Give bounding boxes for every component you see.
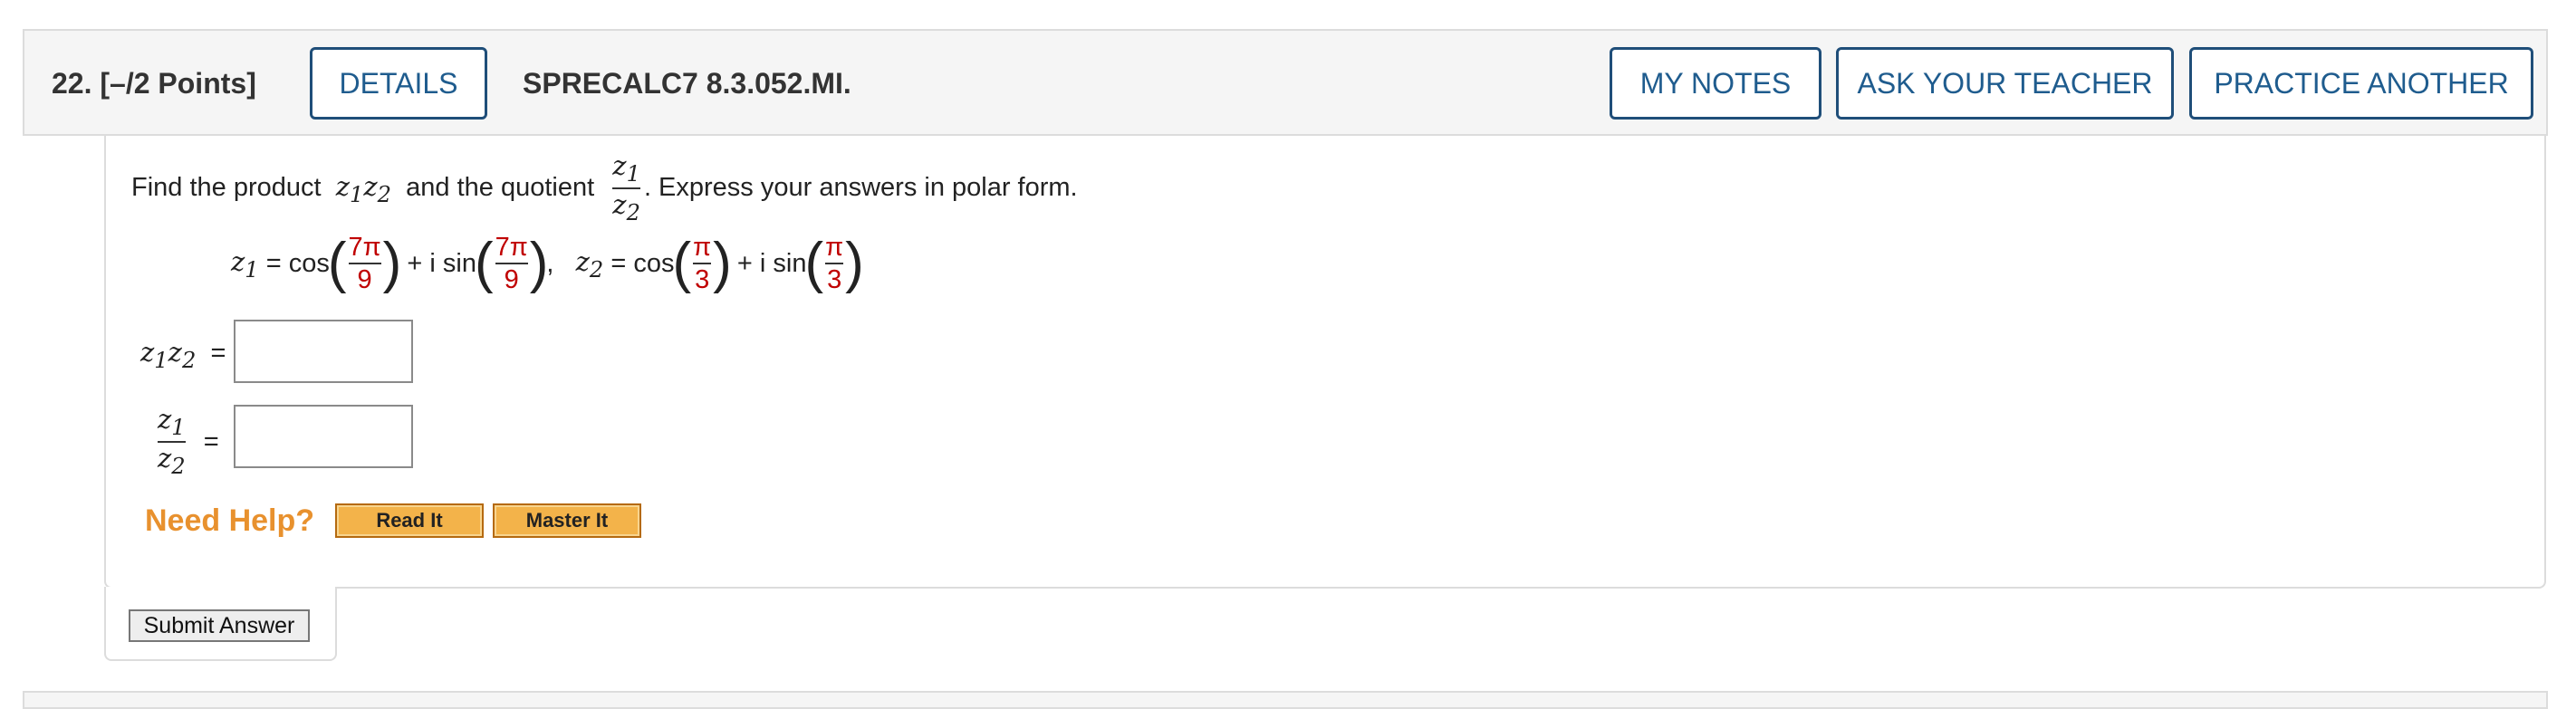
points-label: [–/2 Points] bbox=[100, 67, 256, 100]
product-answer-input[interactable] bbox=[234, 320, 413, 383]
z2-label: z2 bbox=[575, 245, 604, 283]
plus-i: + i bbox=[407, 248, 436, 278]
paren-close: ) bbox=[713, 232, 732, 295]
given-values: z1 = cos ( 7π 9 ) + i sin ( 7π 9 ), z2 = c… bbox=[231, 232, 864, 295]
question-number: 22. [–/2 Points] bbox=[52, 67, 256, 101]
read-it-button[interactable]: Read It bbox=[335, 503, 484, 538]
quotient-fraction: z1 z2 bbox=[612, 150, 640, 225]
practice-another-button[interactable]: PRACTICE ANOTHER bbox=[2189, 47, 2533, 120]
my-notes-button[interactable]: MY NOTES bbox=[1610, 47, 1821, 120]
question-header: 22. [–/2 Points] DETAILS SPRECALC7 8.3.0… bbox=[23, 29, 2548, 136]
paren-close: ) bbox=[382, 232, 402, 295]
ask-your-teacher-button[interactable]: ASK YOUR TEACHER bbox=[1836, 47, 2174, 120]
master-it-button[interactable]: Master It bbox=[493, 503, 641, 538]
product-expression: z1z2 bbox=[335, 170, 392, 207]
problem-text-before: Find the product bbox=[131, 172, 322, 202]
paren-open: ( bbox=[327, 232, 347, 295]
quotient-answer-input[interactable] bbox=[234, 405, 413, 468]
paren-close: ) bbox=[529, 232, 549, 295]
details-button[interactable]: DETAILS bbox=[310, 47, 487, 120]
submit-answer-button[interactable]: Submit Answer bbox=[129, 609, 310, 642]
z1-label: z1 bbox=[231, 245, 259, 283]
next-question-header bbox=[23, 691, 2548, 709]
quotient-answer-label: z1 z2 = bbox=[158, 404, 219, 479]
sin-function: sin bbox=[442, 248, 476, 278]
need-help-label: Need Help? bbox=[145, 503, 315, 538]
comma: , bbox=[546, 248, 554, 278]
question-code: SPRECALC7 8.3.052.MI. bbox=[523, 67, 851, 100]
paren-close: ) bbox=[845, 232, 864, 295]
paren-open: ( bbox=[804, 232, 824, 295]
z1-angle-fraction-2: 7π 9 bbox=[495, 233, 528, 295]
plus-i: + i bbox=[736, 248, 766, 278]
equals-sign: = bbox=[610, 248, 627, 278]
sin-function: sin bbox=[773, 248, 807, 278]
z2-angle-fraction: π3 bbox=[693, 233, 712, 295]
paren-open: ( bbox=[672, 232, 692, 295]
question-number-label: 22. bbox=[52, 67, 92, 100]
cos-function: cos bbox=[633, 248, 675, 278]
product-answer-label: z1z2 = bbox=[140, 337, 226, 373]
z1-angle-fraction: 7π 9 bbox=[348, 233, 381, 295]
equals-sign: = bbox=[265, 248, 282, 278]
problem-text-after: . Express your answers in polar form. bbox=[643, 172, 1078, 202]
cos-function: cos bbox=[288, 248, 330, 278]
problem-text-middle: and the quotient bbox=[406, 172, 595, 202]
paren-open: ( bbox=[474, 232, 494, 295]
z2-angle-fraction-2: π3 bbox=[825, 233, 844, 295]
problem-statement: Find the product z1z2 and the quotient z… bbox=[131, 152, 1078, 225]
